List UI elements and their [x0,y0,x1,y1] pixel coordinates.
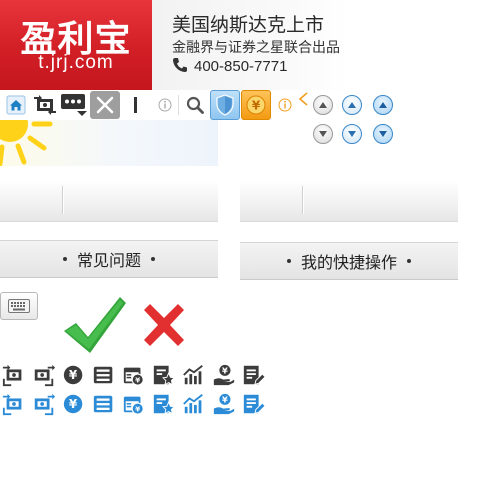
calendar-yen-icon[interactable]: ¥ [122,363,146,387]
panel-divider [302,186,303,214]
bullet [151,257,155,261]
ledger-icon[interactable] [92,392,116,416]
yen-icon[interactable]: ¥ [62,363,86,387]
tab-panel-right [240,180,458,222]
calendar-yen-icon[interactable]: ¥ [122,392,146,416]
keyboard-button[interactable] [0,292,38,320]
quick-actions-blue: ¥ ¥ ¥ [2,392,272,418]
arrow-down-blue-active-button[interactable] [373,124,393,144]
brand-logo[interactable]: 盈利宝 t.jrj.com [0,0,152,90]
arrow-up-icon [319,102,327,108]
toolbar-divider [178,95,179,115]
logo-url: t.jrj.com [38,52,114,73]
info-icon[interactable] [276,92,294,118]
bullet [62,257,67,261]
arrow-down-icon [319,131,327,137]
trend-chart-icon[interactable] [182,392,206,416]
cross-icon [140,302,188,348]
check-icon [62,295,126,355]
hotline-number: 400-850-7771 [194,58,288,75]
bullet [407,259,411,263]
banner-subtitle: 金融界与证券之星联合出品 [172,40,340,56]
favorite-doc-icon[interactable] [152,392,176,416]
money-transfer-icon[interactable] [32,92,58,118]
svg-text:¥: ¥ [222,366,228,376]
close-icon [96,96,114,114]
search-icon[interactable] [184,92,206,118]
arrow-up-icon [379,102,387,108]
yen-button[interactable]: ¥ [241,90,271,120]
arrow-down-blue-button[interactable] [342,124,362,144]
yen-icon[interactable]: ¥ [62,392,86,416]
svg-text:¥: ¥ [135,375,141,384]
sun-banner [0,120,218,166]
transfer-in-icon[interactable] [2,392,26,416]
shortcuts-header[interactable]: 我的快捷操作 [240,242,458,280]
bullet [286,259,291,263]
yen-hand-icon[interactable]: ¥ [212,392,236,416]
ledger-icon[interactable] [92,363,116,387]
quick-actions-grey: ¥ ¥ ¥ [2,363,272,389]
transfer-out-icon[interactable] [32,363,56,387]
banner-info: 美国纳斯达克上市 金融界与证券之星联合出品 400-850-7771 [152,0,350,90]
yen-hand-icon[interactable]: ¥ [212,363,236,387]
svg-text:¥: ¥ [135,404,141,413]
transfer-in-icon[interactable] [2,363,26,387]
arrow-up-icon [348,102,356,108]
edit-doc-icon[interactable] [242,392,266,416]
shortcuts-label: 我的快捷操作 [300,253,397,272]
svg-text:¥: ¥ [69,368,78,382]
svg-text:¥: ¥ [222,395,228,405]
svg-text:¥: ¥ [69,397,78,411]
faq-label: 常见问题 [76,251,141,270]
sun-icon [0,120,53,166]
favorite-doc-icon[interactable] [152,363,176,387]
arrow-up-grey-button[interactable] [313,95,333,115]
home-icon[interactable] [4,92,28,118]
phone-icon [172,57,190,77]
close-button[interactable] [90,91,120,119]
transfer-out-icon[interactable] [32,392,56,416]
trend-chart-icon[interactable] [182,363,206,387]
hotline: 400-850-7771 [172,57,287,77]
text-cursor-icon [128,92,142,118]
chat-more-icon[interactable] [60,92,88,118]
edit-doc-icon[interactable] [242,363,266,387]
yen-coin-icon: ¥ [246,95,266,115]
panel-divider [62,186,63,214]
faq-header[interactable]: 常见问题 [0,240,218,278]
app-banner: 盈利宝 t.jrj.com 美国纳斯达克上市 金融界与证券之星联合出品 400-… [0,0,350,90]
shield-icon [216,94,234,116]
banner-headline: 美国纳斯达克上市 [172,14,325,36]
chevron-left-icon[interactable] [296,86,310,112]
arrow-down-grey-button[interactable] [313,124,333,144]
arrow-down-icon [379,131,387,137]
svg-text:¥: ¥ [252,99,261,113]
arrow-down-icon [348,131,356,137]
tab-panel-left [0,180,218,222]
shield-button[interactable] [210,90,240,120]
arrow-up-blue-active-button[interactable] [373,95,393,115]
info-icon[interactable] [156,92,174,118]
arrow-up-blue-button[interactable] [342,95,362,115]
keyboard-icon [8,299,30,313]
